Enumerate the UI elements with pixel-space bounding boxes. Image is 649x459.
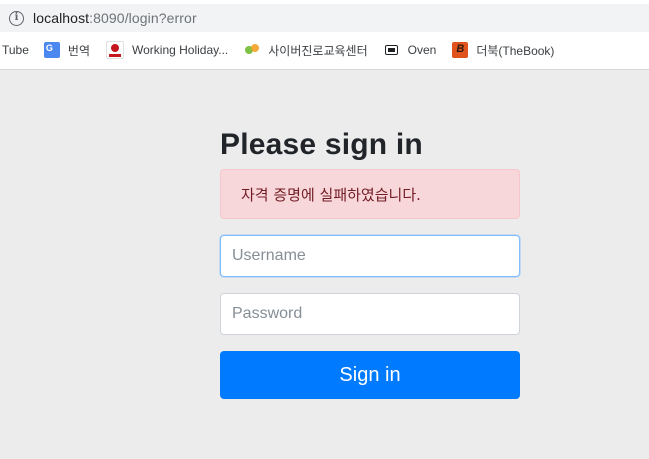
browser-chrome: i localhost:8090/login?error Tube 번역 Wor… <box>0 0 649 70</box>
url-text[interactable]: localhost:8090/login?error <box>33 10 197 26</box>
cyber-career-icon <box>244 42 260 58</box>
address-bar[interactable]: i localhost:8090/login?error <box>0 4 649 32</box>
bookmarks-bar: Tube 번역 Working Holiday... 사이버진로교육센터 Ove… <box>0 36 649 64</box>
oven-icon <box>384 42 400 58</box>
bookmark-translate[interactable]: 번역 <box>43 42 90 59</box>
bookmark-label: 더북(TheBook) <box>476 43 555 58</box>
sign-in-button[interactable]: Sign in <box>220 351 520 399</box>
page-title: Please sign in <box>220 128 423 161</box>
bookmark-label: 번역 <box>67 43 90 58</box>
bookmark-youtube[interactable]: Tube <box>2 43 29 57</box>
site-info-icon[interactable]: i <box>9 10 24 26</box>
bookmark-label: Oven <box>407 43 437 57</box>
bookmark-cyber-career[interactable]: 사이버진로교육센터 <box>244 42 368 59</box>
login-form: Please sign in 자격 증명에 실패하였습니다. Sign in <box>220 125 520 399</box>
working-holiday-icon <box>106 41 124 59</box>
bookmark-working-holiday[interactable]: Working Holiday... <box>106 41 228 59</box>
bookmark-label: Tube <box>2 43 29 57</box>
username-input[interactable] <box>220 235 520 277</box>
password-input[interactable] <box>220 293 520 335</box>
bookmark-oven[interactable]: Oven <box>384 42 437 58</box>
bookmark-thebook[interactable]: 더북(TheBook) <box>452 42 554 59</box>
url-path: :8090/login?error <box>89 10 197 26</box>
url-host: localhost <box>33 10 90 26</box>
error-alert: 자격 증명에 실패하였습니다. <box>220 169 520 219</box>
google-translate-icon <box>43 42 60 58</box>
thebook-icon <box>452 42 469 58</box>
bookmark-label: 사이버진로교육센터 <box>268 43 368 58</box>
bookmark-label: Working Holiday... <box>132 43 229 57</box>
